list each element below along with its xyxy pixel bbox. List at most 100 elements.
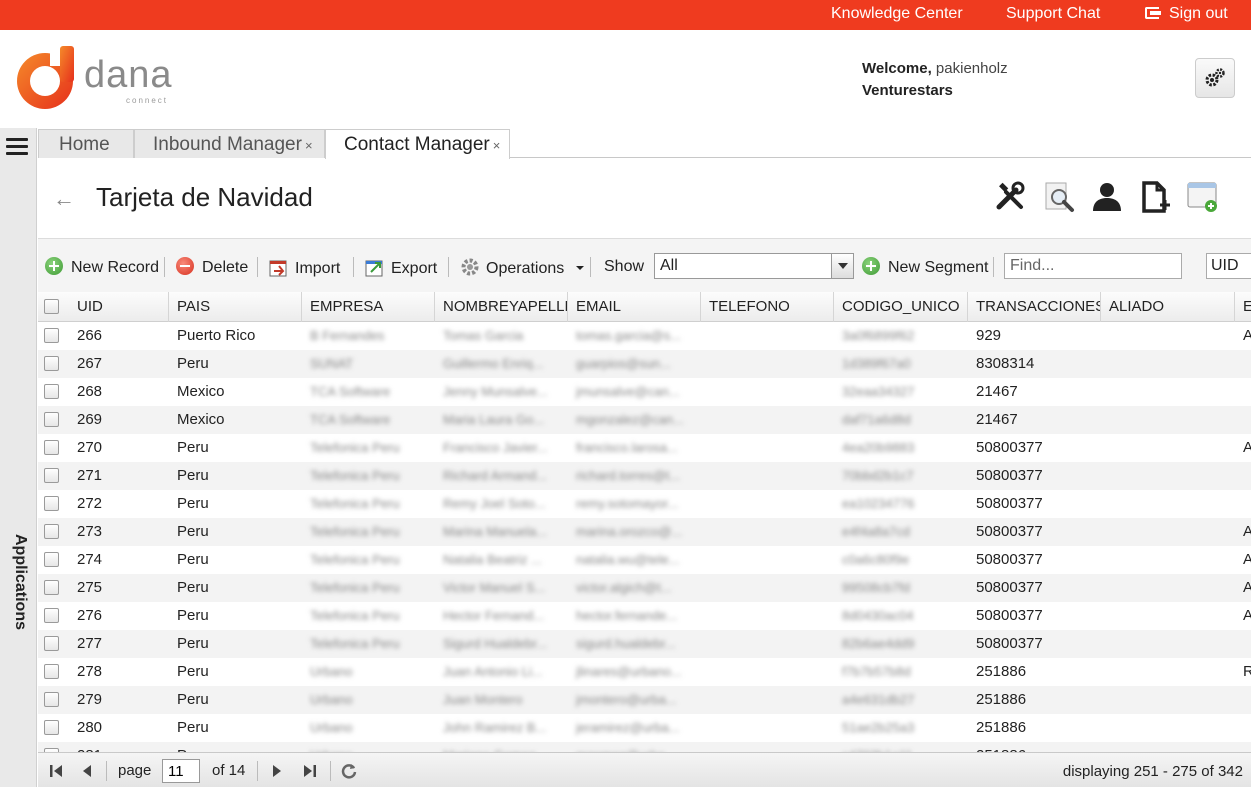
row-checkbox[interactable]: [44, 384, 59, 399]
show-select[interactable]: All: [654, 253, 854, 279]
row-checkbox[interactable]: [44, 524, 59, 539]
column-header-uid[interactable]: UID: [69, 292, 169, 322]
table-row[interactable]: 268 Mexico TCA Software Jenny Munsalve... jm…: [38, 378, 1251, 406]
table-row[interactable]: 270 Peru Telefonica Peru Francisco Javier..…: [38, 434, 1251, 462]
row-checkbox[interactable]: [44, 440, 59, 455]
support-chat-link[interactable]: Support Chat: [1006, 5, 1100, 23]
knowledge-center-link[interactable]: Knowledge Center: [831, 5, 963, 23]
last-page-icon[interactable]: [300, 762, 318, 780]
column-header-pais[interactable]: PAIS: [169, 292, 302, 322]
dana-logo[interactable]: dana connect: [14, 44, 184, 114]
cell-email: marina.orozco@...: [576, 524, 683, 539]
table-row[interactable]: 274 Peru Telefonica Peru Natalia Beatriz ..…: [38, 546, 1251, 574]
delete-button[interactable]: Delete: [176, 257, 248, 277]
cell-codigo: e4f4a8a7cd: [842, 524, 910, 539]
row-checkbox[interactable]: [44, 328, 59, 343]
row-checkbox[interactable]: [44, 412, 59, 427]
cell-trans: 50800377: [976, 579, 1043, 596]
row-checkbox[interactable]: [44, 636, 59, 651]
applications-label[interactable]: Applications: [11, 532, 29, 632]
column-header-telefono[interactable]: TELEFONO: [701, 292, 834, 322]
row-checkbox[interactable]: [44, 552, 59, 567]
tools-icon[interactable]: [994, 180, 1028, 214]
first-page-icon[interactable]: [48, 762, 66, 780]
row-checkbox[interactable]: [44, 720, 59, 735]
cell-empresa: TCA Software: [310, 384, 391, 399]
close-icon[interactable]: ×: [305, 138, 313, 153]
cell-empresa: SUNAT: [310, 356, 354, 371]
row-checkbox[interactable]: [44, 580, 59, 595]
row-checkbox[interactable]: [44, 692, 59, 707]
new-record-button[interactable]: New Record: [45, 257, 159, 277]
column-header-aliado[interactable]: ALIADO: [1101, 292, 1235, 322]
table-row[interactable]: 276 Peru Telefonica Peru Hector Fernand... h…: [38, 602, 1251, 630]
cell-pais: Peru: [177, 719, 209, 736]
cell-codigo: 32eaa34327: [842, 384, 915, 399]
cell-extra: [1235, 686, 1251, 714]
column-header-codigo[interactable]: CODIGO_UNICO: [834, 292, 968, 322]
cell-aliado: [1101, 350, 1235, 378]
cell-extra: [1235, 490, 1251, 518]
table-row[interactable]: 279 Peru Urbano Juan Montero jmontero@urba..…: [38, 686, 1251, 714]
find-input[interactable]: [1004, 253, 1182, 279]
sign-out-link[interactable]: Sign out: [1145, 5, 1228, 23]
cell-uid: 266: [77, 327, 103, 344]
applications-sidebar[interactable]: Applications: [0, 128, 37, 787]
row-checkbox[interactable]: [44, 664, 59, 679]
table-row[interactable]: 273 Peru Telefonica Peru Marina Manuela... m…: [38, 518, 1251, 546]
column-header-nombre[interactable]: NOMBREYAPELLIDO: [435, 292, 568, 322]
user-icon[interactable]: [1090, 180, 1124, 214]
table-row[interactable]: 272 Peru Telefonica Peru Remy Joel Soto... r…: [38, 490, 1251, 518]
table-row[interactable]: 269 Mexico TCA Software Maria Laura Go... mg…: [38, 406, 1251, 434]
refresh-icon[interactable]: [340, 762, 358, 780]
cell-codigo: 8d0430ac04: [842, 608, 914, 623]
tab-home[interactable]: Home: [38, 129, 134, 158]
table-row[interactable]: 281PeruUrbanoMariano Gomez...mgomez@urba…: [38, 742, 1251, 752]
tab-contact-manager[interactable]: Contact Manager ×: [325, 129, 510, 159]
add-window-icon[interactable]: [1186, 180, 1220, 214]
new-segment-button[interactable]: New Segment: [862, 257, 989, 277]
export-button[interactable]: Export: [365, 257, 437, 277]
table-row[interactable]: 280 Peru Urbano John Ramirez B... jeramirez@…: [38, 714, 1251, 742]
table-row[interactable]: 271 Peru Telefonica Peru Richard Armand... r…: [38, 462, 1251, 490]
column-header-transacciones[interactable]: TRANSACCIONES: [968, 292, 1101, 322]
table-row[interactable]: 278 Peru Urbano Juan Antonio Li... jlinares@…: [38, 658, 1251, 686]
operations-menu[interactable]: Operations: [460, 257, 585, 277]
export-icon: [365, 260, 383, 277]
cell-email: natalia.wu@tele...: [576, 552, 680, 567]
search-zoom-icon[interactable]: [1042, 180, 1076, 214]
import-button[interactable]: Import: [269, 257, 340, 277]
column-header-empresa[interactable]: EMPRESA: [302, 292, 435, 322]
column-header-extra[interactable]: E: [1235, 292, 1251, 322]
chevron-down-icon: [831, 254, 853, 278]
cell-extra: A: [1243, 523, 1251, 540]
cell-codigo: 82b6ae4dd9: [842, 636, 915, 651]
tab-inbound-manager[interactable]: Inbound Manager ×: [134, 129, 325, 158]
table-row[interactable]: 277 Peru Telefonica Peru Sigurd Hualdebr...…: [38, 630, 1251, 658]
row-checkbox[interactable]: [44, 608, 59, 623]
row-checkbox[interactable]: [44, 356, 59, 371]
column-header-email[interactable]: EMAIL: [568, 292, 701, 322]
cell-nombre: Natalia Beatriz ...: [443, 552, 542, 567]
previous-page-icon[interactable]: [78, 762, 96, 780]
new-document-icon[interactable]: [1138, 180, 1172, 214]
table-row[interactable]: 266 Puerto Rico B Fernandes Tomas Garcia tom…: [38, 322, 1251, 350]
next-page-icon[interactable]: [268, 762, 286, 780]
search-field-select[interactable]: UID: [1206, 253, 1251, 279]
table-row[interactable]: 275 Peru Telefonica Peru Victor Manuel S...…: [38, 574, 1251, 602]
cell-telefono: [701, 378, 834, 406]
menu-icon[interactable]: [6, 138, 28, 156]
back-arrow-icon[interactable]: ←: [53, 186, 75, 212]
cell-email: jlinares@urbano...: [576, 664, 682, 679]
select-all-checkbox[interactable]: [44, 299, 59, 314]
cog-icon: [461, 258, 479, 276]
table-row[interactable]: 267 Peru SUNAT Guillermo Enriq... guarpios@s…: [38, 350, 1251, 378]
cell-nombre: Marina Manuela...: [443, 524, 548, 539]
displaying-count: displaying 251 - 275 of 342: [1062, 763, 1243, 780]
page-number-input[interactable]: [162, 759, 200, 783]
import-icon: [269, 260, 287, 277]
close-icon[interactable]: ×: [493, 138, 501, 153]
settings-button[interactable]: [1195, 58, 1235, 98]
row-checkbox[interactable]: [44, 496, 59, 511]
row-checkbox[interactable]: [44, 468, 59, 483]
